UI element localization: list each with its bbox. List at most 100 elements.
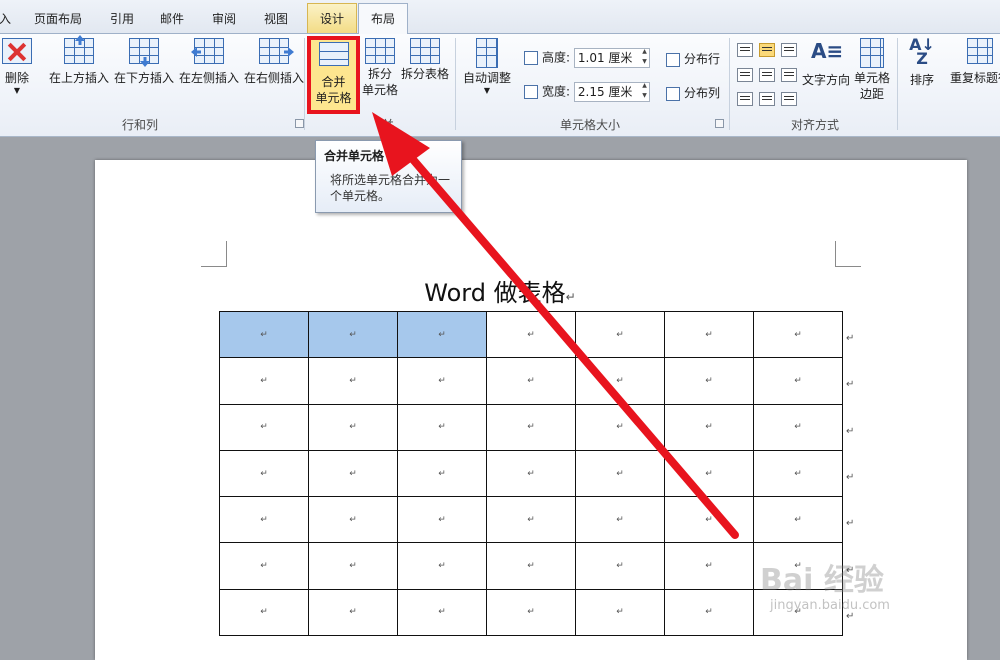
merge-cells-button[interactable]: 合并 单元格 [307,36,360,114]
table-cell[interactable]: ↵ [753,496,843,544]
table-cell[interactable]: ↵ [486,542,576,590]
insert-above-button[interactable]: 在上方插入 [48,38,110,86]
table-cell[interactable]: ↵ [486,310,576,359]
table-cell[interactable]: ↵ [308,588,398,637]
table-cell[interactable]: ↵ [486,357,576,405]
text-direction-button[interactable]: A≡ 文字方向 [800,38,852,88]
table-cell[interactable]: ↵ [397,449,487,498]
table-cell[interactable]: ↵ [397,357,487,405]
table-cell[interactable]: ↵ [575,542,665,590]
table-cell[interactable]: ↵ [664,588,754,637]
table-cell[interactable]: ↵ [575,403,665,451]
table-cell[interactable]: ↵ [664,403,754,451]
table-cell[interactable]: ↵ [219,310,309,359]
distribute-columns-icon [666,86,680,101]
table-row: ↵ ↵ ↵ ↵ ↵ ↵ ↵ [219,310,843,359]
table-cell[interactable]: ↵ [753,403,843,451]
group-label-merge: 并 [381,118,394,132]
insert-left-button[interactable]: 在左侧插入 [178,38,240,86]
table-cell[interactable]: ↵ [664,496,754,544]
align-middle-left-icon[interactable] [737,68,753,82]
table-cell[interactable]: ↵ [486,403,576,451]
align-middle-center-icon[interactable] [759,68,775,82]
table-cell[interactable]: ↵ [397,542,487,590]
dialog-launcher-icon[interactable] [715,119,724,128]
table-cell[interactable]: ↵ [397,588,487,637]
group-divider [455,38,456,130]
table-row: ↵ ↵ ↵ ↵ ↵ ↵ ↵ [219,449,843,498]
delete-table-icon [2,38,32,64]
table-cell[interactable]: ↵ [308,403,398,451]
table-cell[interactable]: ↵ [219,496,309,544]
dialog-launcher-icon[interactable] [295,119,304,128]
table-cell[interactable]: ↵ [575,449,665,498]
chevron-down-icon: ▼ [13,86,21,95]
row-end-mark: ↵ [846,564,855,576]
tab-view[interactable]: 视图 [256,8,296,33]
table-cell[interactable]: ↵ [308,449,398,498]
tab-layout[interactable]: 布局 [358,3,408,34]
table-cell[interactable]: ↵ [753,310,843,359]
ribbon-tab-bar: 入 页面布局 引用 邮件 审阅 视图 设计 布局 [0,0,1000,34]
tab-review[interactable]: 审阅 [204,8,244,33]
table-cell[interactable]: ↵ [308,357,398,405]
table-cell[interactable]: ↵ [664,449,754,498]
group-divider [729,38,730,130]
table-cell[interactable]: ↵ [664,357,754,405]
table-cell[interactable]: ↵ [753,357,843,405]
table-cell[interactable]: ↵ [397,310,487,359]
table-cell[interactable]: ↵ [486,449,576,498]
distribute-columns-button[interactable]: 分布列 [666,84,720,101]
document-table[interactable]: ↵ ↵ ↵ ↵ ↵ ↵ ↵ ↵ ↵ ↵ ↵ ↵ ↵ ↵ ↵ ↵ ↵ ↵ ↵ ↵ ↵ ↵ ↵ ↵ ↵ ↵ ↵ ↵ ↵ ↵ ↵ ↵ ↵ ↵ ↵ ↵ ↵ ↵ ↵ ↵… [219,310,843,637]
table-cell[interactable]: ↵ [486,588,576,637]
insert-below-button[interactable]: 在下方插入 [113,38,175,86]
table-row: ↵ ↵ ↵ ↵ ↵ ↵ ↵ [219,542,843,590]
table-cell[interactable]: ↵ [575,357,665,405]
tab-mailings[interactable]: 邮件 [152,8,192,33]
repeat-header-rows-button[interactable]: 重复标题行 [945,38,1000,86]
align-bottom-center-icon[interactable] [759,92,775,106]
align-top-left-icon[interactable] [737,43,753,57]
tab-insert[interactable]: 入 [0,8,12,33]
table-cell[interactable]: ↵ [397,403,487,451]
tab-references[interactable]: 引用 [102,8,142,33]
table-cell[interactable]: ↵ [664,310,754,359]
distribute-rows-button[interactable]: 分布行 [666,50,720,67]
delete-button[interactable]: 删除 ▼ [0,38,34,96]
table-cell[interactable]: ↵ [575,496,665,544]
table-cell[interactable]: ↵ [397,496,487,544]
baidu-watermark-logo: Bai 经验 [760,563,884,598]
tab-design[interactable]: 设计 [307,3,357,33]
split-cells-button[interactable]: 拆分 单元格 [362,38,398,98]
align-top-right-icon[interactable] [781,43,797,57]
row-height-input[interactable]: 1.01 厘米 [573,47,650,68]
cell-margins-button[interactable]: 单元格 边距 [852,38,892,102]
table-cell[interactable]: ↵ [219,357,309,405]
table-cell[interactable]: ↵ [308,496,398,544]
table-cell[interactable]: ↵ [308,310,398,359]
insert-right-button[interactable]: 在右侧插入 [243,38,305,86]
group-divider [304,38,305,130]
table-cell[interactable]: ↵ [308,542,398,590]
table-cell[interactable]: ↵ [575,588,665,637]
align-bottom-right-icon[interactable] [781,92,797,106]
table-cell[interactable]: ↵ [486,496,576,544]
table-cell[interactable]: ↵ [664,542,754,590]
column-width-input[interactable]: 2.15 厘米 [573,81,650,102]
tab-page-layout[interactable]: 页面布局 [26,8,90,33]
row-end-mark: ↵ [846,425,855,437]
table-cell[interactable]: ↵ [575,310,665,359]
align-middle-right-icon[interactable] [781,68,797,82]
table-cell[interactable]: ↵ [753,449,843,498]
sort-button[interactable]: A↓ Z 排序 [905,37,939,88]
align-top-center-icon[interactable] [759,43,775,57]
table-cell[interactable]: ↵ [219,403,309,451]
autofit-button[interactable]: 自动调整 ▼ [460,38,514,96]
table-cell[interactable]: ↵ [219,449,309,498]
ribbon-panel: 删除 ▼ 在上方插入 在下方插入 在左侧插入 在右侧插入 行和列 拆分 单元格 … [0,33,1000,137]
table-cell[interactable]: ↵ [219,542,309,590]
align-bottom-left-icon[interactable] [737,92,753,106]
insert-right-icon [259,38,289,64]
table-cell[interactable]: ↵ [219,588,309,637]
split-table-button[interactable]: 拆分表格 [400,38,450,82]
